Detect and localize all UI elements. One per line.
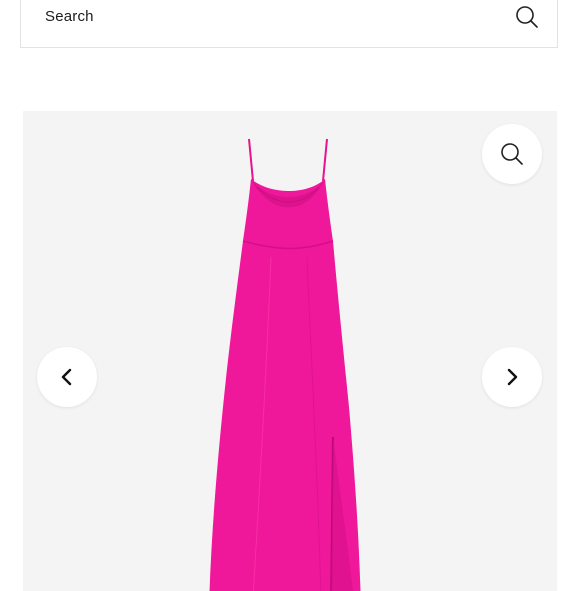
product-image: [209, 138, 361, 591]
next-image-button[interactable]: [482, 347, 542, 407]
search-label: Search: [45, 8, 94, 25]
search-icon[interactable]: [515, 5, 539, 29]
zoom-button[interactable]: [482, 124, 542, 184]
product-image-gallery[interactable]: [23, 111, 557, 591]
chevron-left-icon: [61, 368, 72, 386]
search-bar[interactable]: Search: [20, 0, 558, 48]
chevron-right-icon: [507, 368, 518, 386]
zoom-icon: [501, 143, 523, 165]
previous-image-button[interactable]: [37, 347, 97, 407]
